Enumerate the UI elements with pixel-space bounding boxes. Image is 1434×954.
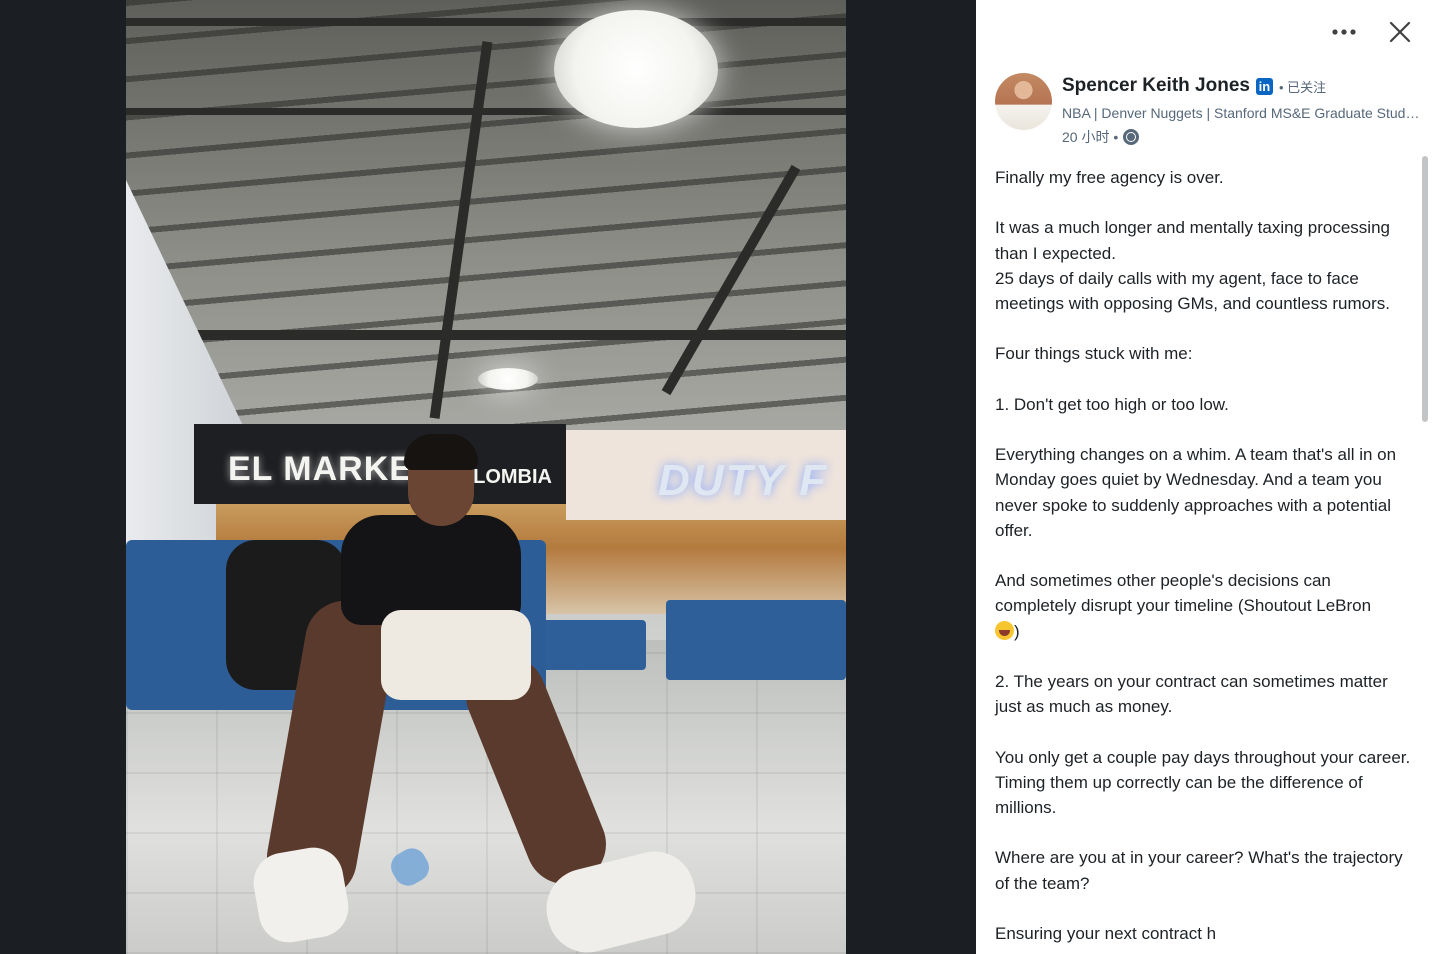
shop-sign-left-text: EL MARKE (228, 450, 413, 488)
post-paragraph: It was a much longer and mentally taxing… (995, 218, 1390, 313)
post-paragraph: 2. The years on your contract can someti… (995, 671, 1388, 717)
ceiling-beam (126, 330, 846, 340)
close-button[interactable] (1380, 14, 1420, 50)
close-icon (1389, 21, 1411, 43)
author-name[interactable]: Spencer Keith Jones (1062, 75, 1250, 97)
globe-icon (1123, 129, 1140, 145)
shop-sign-left: EL MARKE OLOMBIA (194, 424, 566, 504)
shop-sign-right-text: DUTY F (658, 456, 829, 505)
ceiling-beam (126, 18, 846, 26)
more-options-button[interactable] (1324, 14, 1364, 50)
post-time: 20 小时 • (1062, 129, 1119, 145)
shop-sign-right: DUTY F (566, 430, 846, 520)
scrollbar[interactable] (1422, 156, 1428, 422)
emoji-close-paren: ) (1014, 621, 1020, 641)
panel-toolbar (1324, 14, 1420, 50)
person-shorts (381, 610, 531, 700)
post-meta: 20 小时 • (1062, 127, 1140, 147)
linkedin-icon: in (1255, 77, 1273, 95)
seat-row (666, 600, 846, 680)
person-torso (341, 515, 521, 625)
person-hair (404, 434, 478, 470)
post-paragraph: Everything changes on a whim. A team tha… (995, 445, 1397, 540)
post-paragraph: Where are you at in your career? What's … (995, 848, 1403, 893)
avatar[interactable] (995, 73, 1052, 130)
post-paragraph: 1. Don't get too high or too low. (995, 394, 1229, 414)
ceiling-lamp (478, 368, 538, 390)
image-viewer: EL MARKE OLOMBIA DUTY F (0, 0, 976, 954)
post-photo[interactable]: EL MARKE OLOMBIA DUTY F (126, 0, 846, 954)
author-name-row: Spencer Keith Jones in • 已关注 (1062, 75, 1326, 97)
ceiling-lamp (554, 10, 718, 128)
post-paragraph: Ensuring your next contract h (995, 923, 1217, 943)
post-author: Spencer Keith Jones in • 已关注 NBA | Denve… (995, 73, 1425, 145)
post-paragraph-with-emoji: And sometimes other people's decisions c… (995, 568, 1415, 644)
author-headline: NBA | Denver Nuggets | Stanford MS&E Gra… (1062, 105, 1422, 121)
post-text: Finally my free agency is over. It was a… (995, 165, 1415, 946)
post-paragraph: You only get a couple pay days throughou… (995, 747, 1411, 817)
post-detail-panel: Spencer Keith Jones in • 已关注 NBA | Denve… (976, 0, 1434, 954)
laughing-emoji-icon (995, 620, 1014, 640)
follow-status: • 已关注 (1278, 79, 1327, 95)
post-paragraph: And sometimes other people's decisions c… (995, 571, 1372, 616)
more-horizontal-icon (1332, 29, 1356, 35)
ceiling-beam (126, 108, 846, 115)
post-paragraph: Finally my free agency is over. (995, 168, 1224, 187)
post-paragraph: Four things stuck with me: (995, 344, 1193, 364)
